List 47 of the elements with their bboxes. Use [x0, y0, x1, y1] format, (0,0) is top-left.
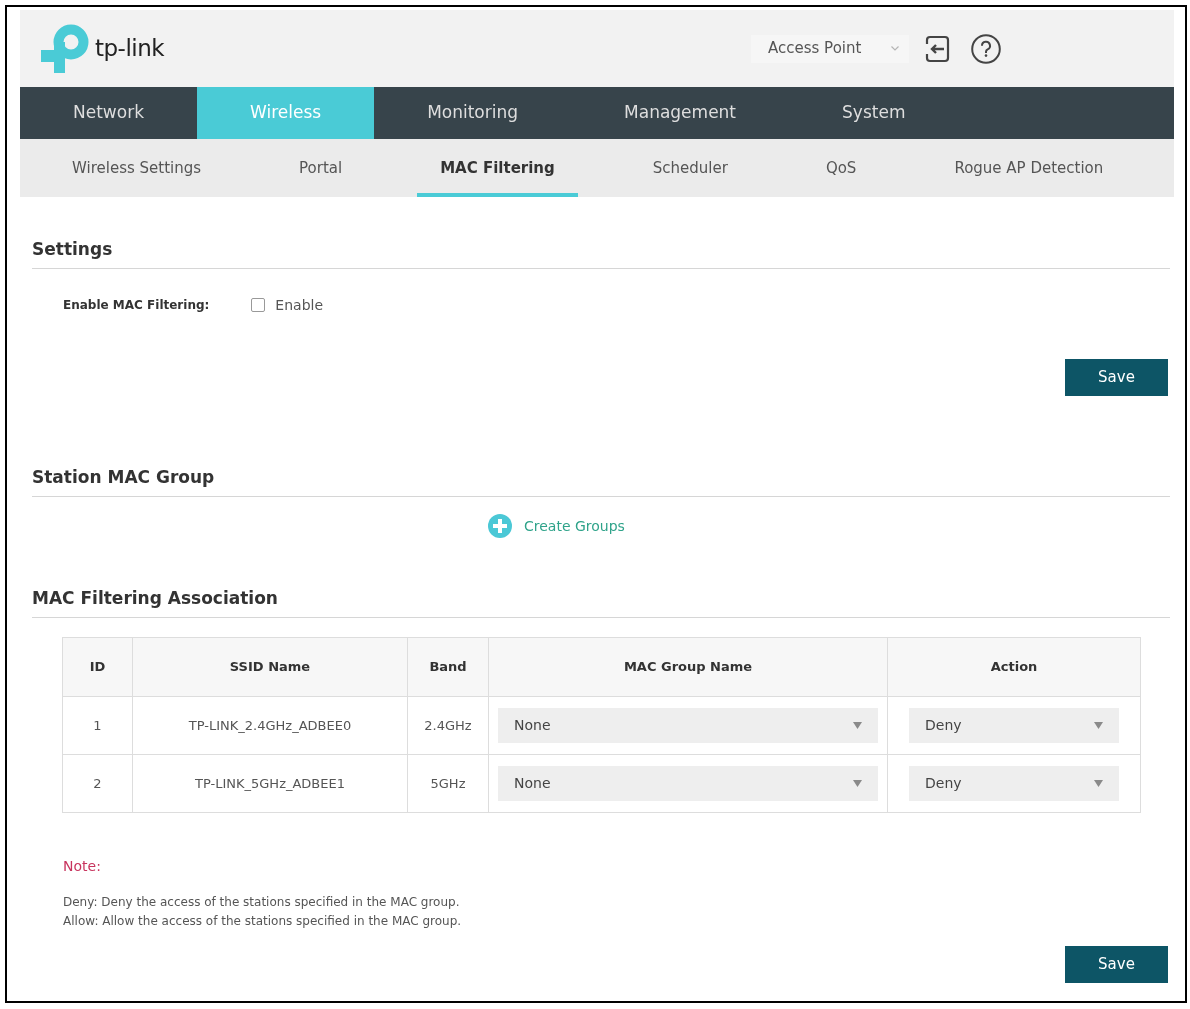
- save-button[interactable]: Save: [1065, 359, 1168, 396]
- nav-tab[interactable]: Network: [20, 87, 197, 139]
- column-header: MAC Group Name: [488, 637, 888, 697]
- sub-nav-tab[interactable]: Scheduler: [629, 139, 751, 197]
- nav-tab[interactable]: System: [789, 87, 959, 139]
- logout-icon[interactable]: [924, 33, 950, 64]
- column-header: SSID Name: [132, 637, 408, 697]
- sub-nav-tab[interactable]: Rogue AP Detection: [931, 139, 1127, 197]
- table-cell: 5GHz: [407, 754, 489, 813]
- caret-down-icon: [853, 780, 862, 787]
- nav-tab[interactable]: Management: [571, 87, 790, 139]
- note-text: Allow: Allow the access of the stations specified in the MAC group.: [63, 913, 462, 930]
- column-header: ID: [62, 637, 133, 697]
- checkbox-label: Enable: [275, 295, 324, 315]
- sub-nav-tab[interactable]: MAC Filtering: [417, 139, 578, 197]
- action-select[interactable]: Deny: [909, 708, 1119, 743]
- table-cell: 1: [62, 696, 133, 755]
- nav-tab[interactable]: Monitoring: [374, 87, 572, 139]
- caret-down-icon: [1094, 722, 1103, 729]
- sub-nav-tab[interactable]: QoS: [802, 139, 880, 197]
- table-cell: 2: [62, 754, 133, 813]
- mode-select[interactable]: Access Point: [751, 34, 909, 63]
- section-title: Settings: [32, 238, 113, 261]
- checkbox[interactable]: [251, 298, 266, 312]
- action-select[interactable]: Deny: [909, 766, 1119, 801]
- table-cell: 2.4GHz: [407, 696, 489, 755]
- sub-nav-tab[interactable]: Portal: [276, 139, 366, 197]
- save-button[interactable]: Save: [1065, 946, 1168, 983]
- plus-circle-icon: [488, 514, 512, 538]
- chevron-down-icon: [891, 46, 899, 51]
- help-icon[interactable]: [971, 33, 1001, 64]
- logo-text: tp-link: [95, 37, 165, 60]
- group-select[interactable]: None: [498, 708, 878, 743]
- section-title: MAC Filtering Association: [32, 587, 278, 610]
- logo-mark-icon: [41, 24, 89, 73]
- note-text: Deny: Deny the access of the stations specified in the MAC group.: [63, 894, 460, 911]
- field-label: Enable MAC Filtering:: [63, 297, 210, 314]
- section-title: Station MAC Group: [32, 466, 215, 489]
- sub-nav-tab[interactable]: Wireless Settings: [49, 139, 225, 197]
- table-cell: TP-LINK_5GHz_ADBEE1: [132, 754, 408, 813]
- column-header: Action: [887, 637, 1141, 697]
- column-header: Band: [407, 637, 489, 697]
- note-title: Note:: [63, 857, 101, 875]
- group-select[interactable]: None: [498, 766, 878, 801]
- caret-down-icon: [1094, 780, 1103, 787]
- table-cell: TP-LINK_2.4GHz_ADBEE0: [132, 696, 408, 755]
- caret-down-icon: [853, 722, 862, 729]
